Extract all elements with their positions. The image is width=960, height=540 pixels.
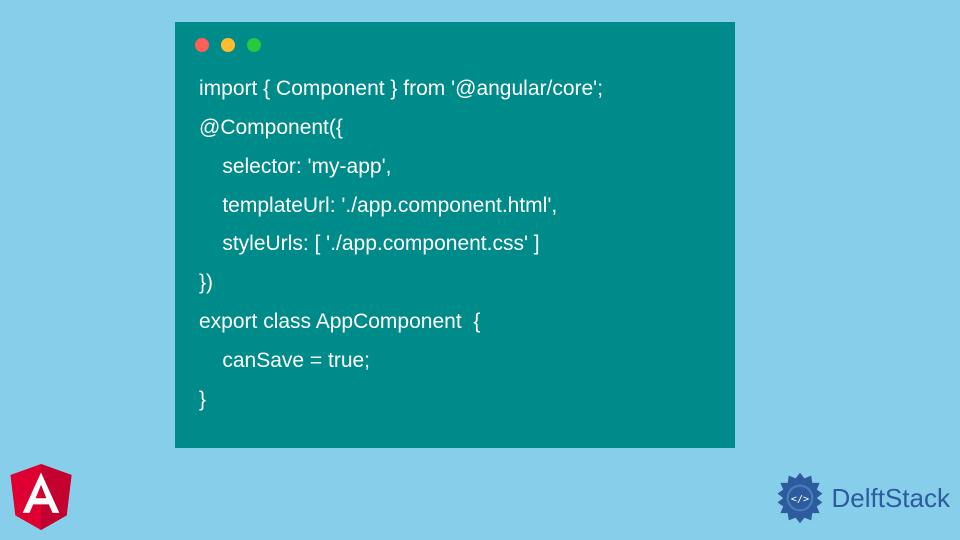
minimize-icon — [221, 38, 235, 52]
close-icon — [195, 38, 209, 52]
svg-text:</>: </> — [790, 494, 808, 505]
code-content: import { Component } from '@angular/core… — [175, 62, 735, 428]
maximize-icon — [247, 38, 261, 52]
code-line: export class AppComponent { — [199, 303, 711, 342]
code-line: }) — [199, 264, 711, 303]
gear-icon: </> — [772, 470, 828, 526]
code-line: selector: 'my-app', — [199, 148, 711, 187]
code-line: import { Component } from '@angular/core… — [199, 70, 711, 109]
delftstack-label: DelftStack — [832, 483, 951, 514]
code-line: templateUrl: './app.component.html', — [199, 187, 711, 226]
code-line: @Component({ — [199, 109, 711, 148]
code-line: styleUrls: [ './app.component.css' ] — [199, 225, 711, 264]
code-line: canSave = true; — [199, 342, 711, 381]
code-line: } — [199, 381, 711, 420]
window-controls — [175, 22, 735, 62]
delftstack-branding: </> DelftStack — [772, 470, 951, 526]
code-window: import { Component } from '@angular/core… — [175, 22, 735, 448]
angular-logo-icon — [10, 464, 72, 530]
